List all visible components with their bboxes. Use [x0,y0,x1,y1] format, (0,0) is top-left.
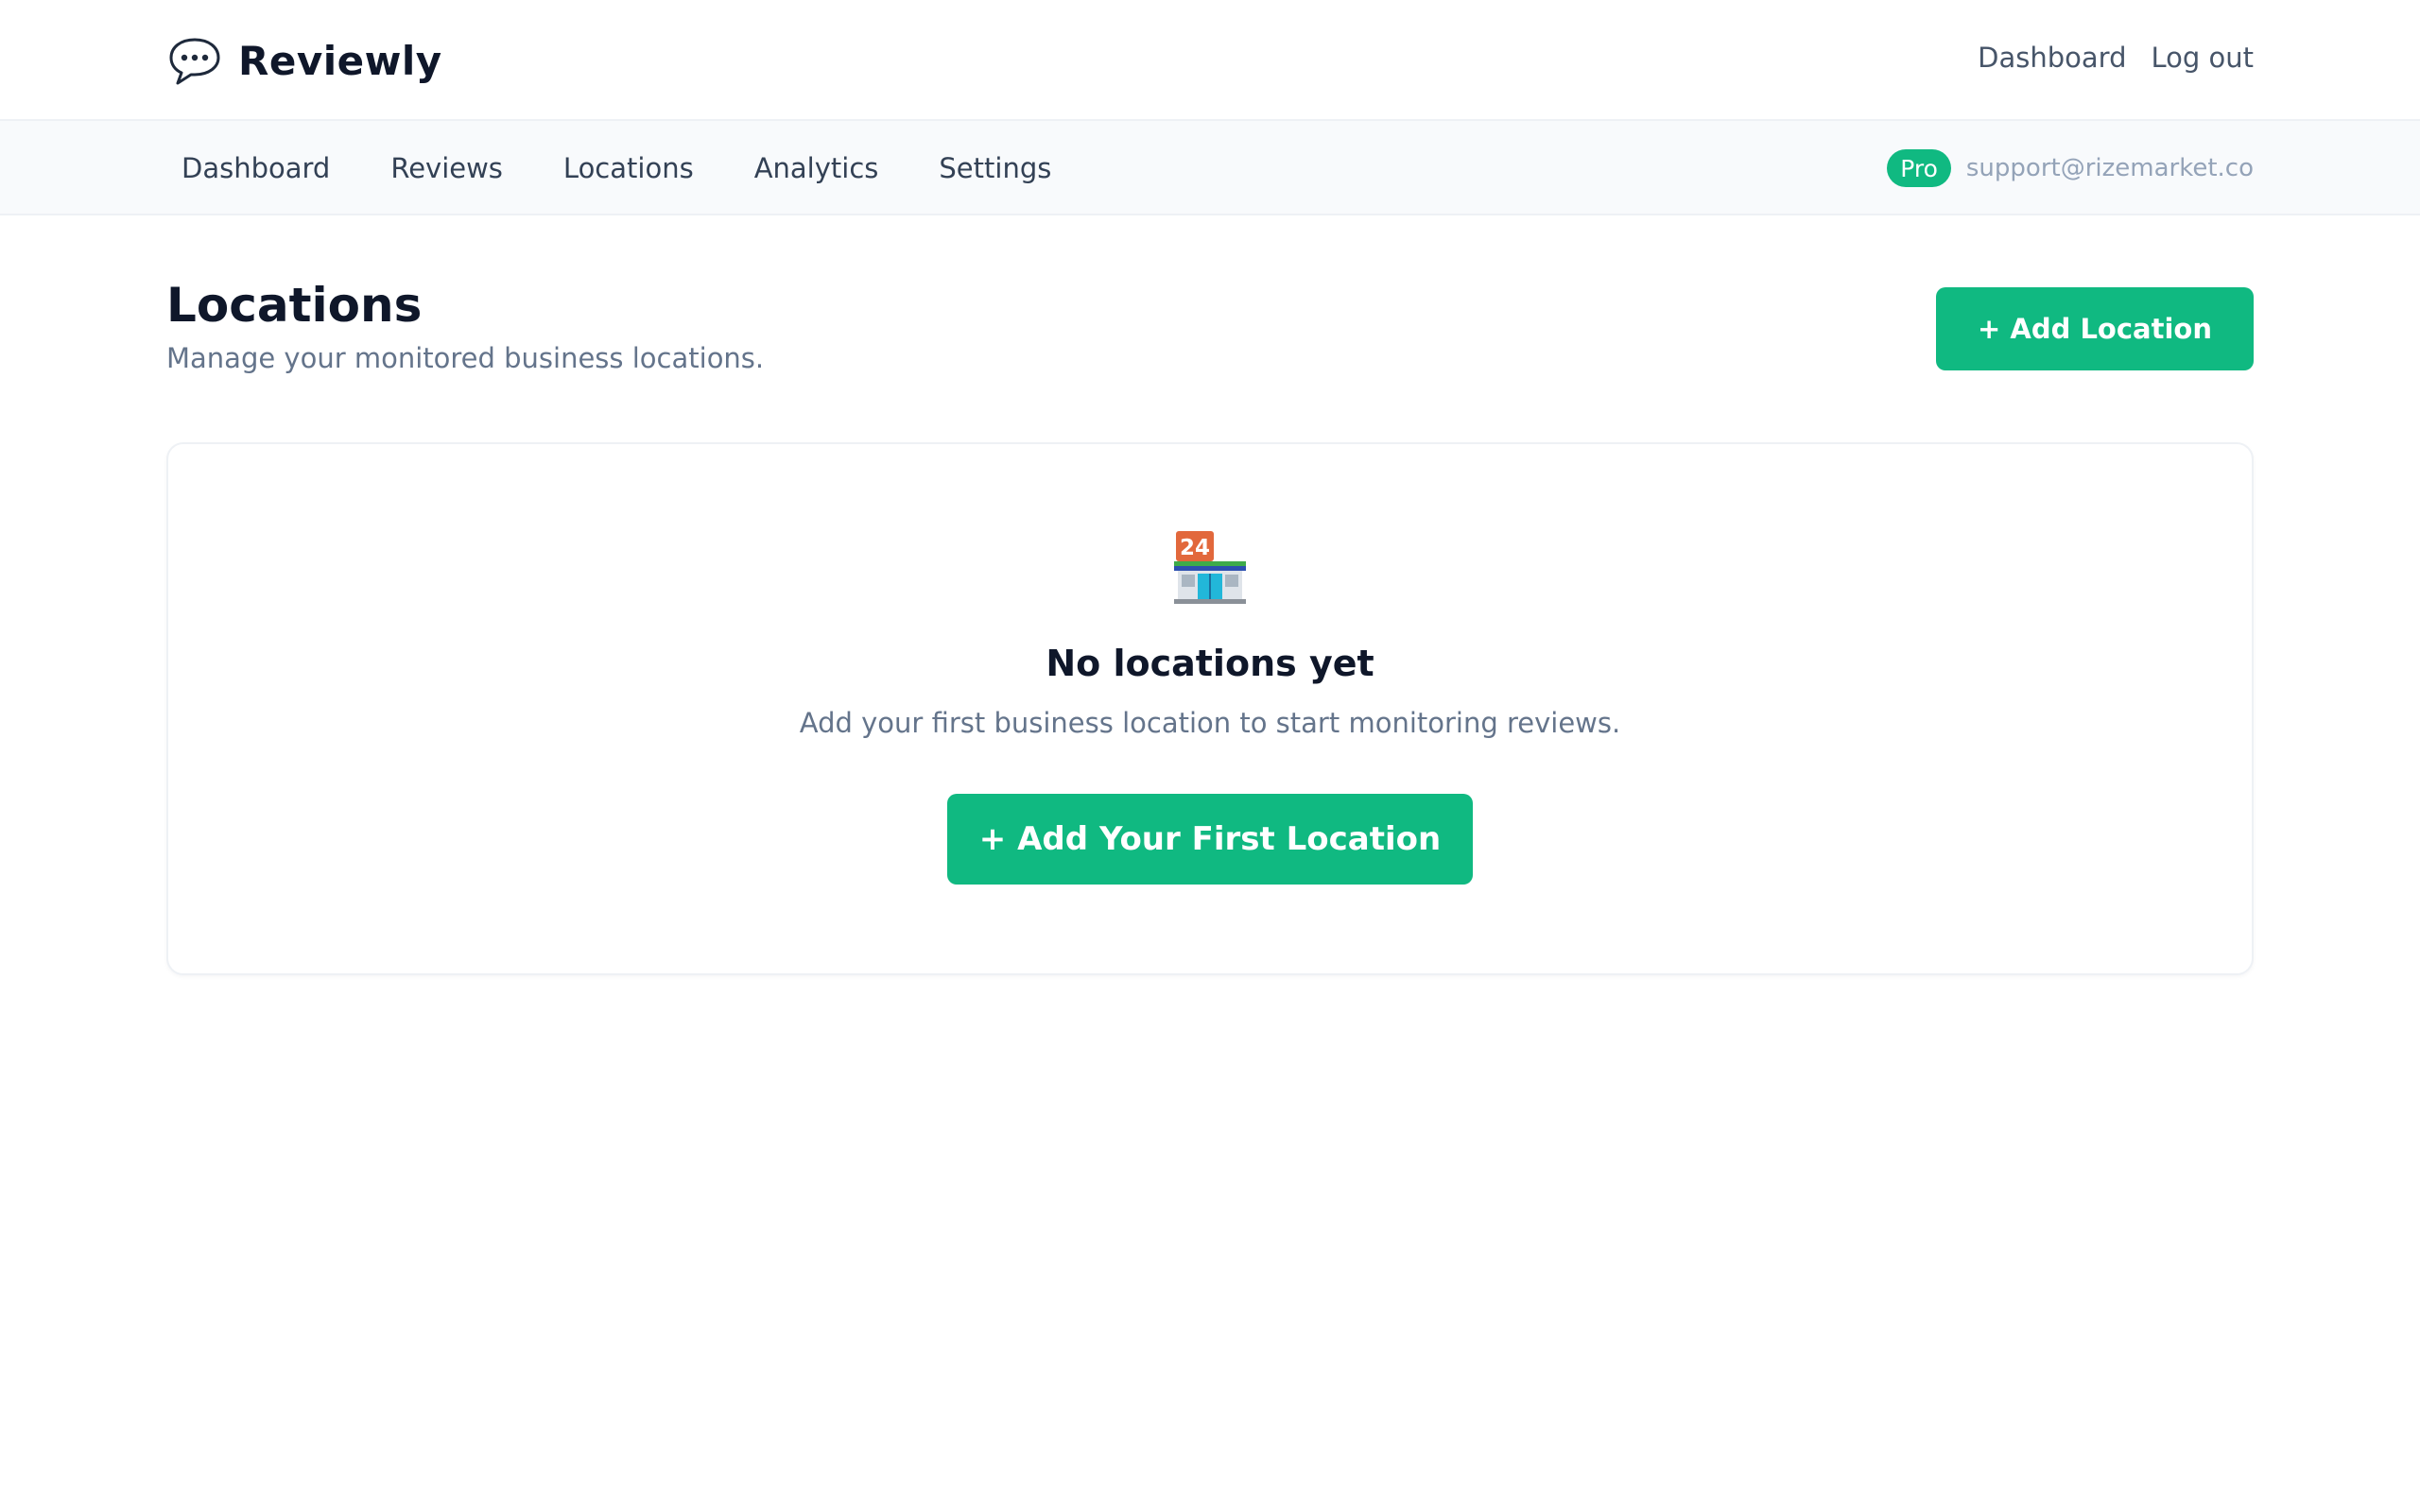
svg-text:24: 24 [1180,536,1210,560]
top-link-dashboard[interactable]: Dashboard [1978,42,2126,74]
convenience-store-icon: 24 [1174,531,1246,604]
top-header: Reviewly Dashboard Log out [0,0,2420,121]
brand[interactable]: Reviewly [166,32,442,89]
page-subtitle: Manage your monitored business locations… [166,342,765,374]
sub-navigation: Dashboard Reviews Locations Analytics Se… [0,121,2420,215]
brand-name: Reviewly [238,37,442,84]
subnav-links: Dashboard Reviews Locations Analytics Se… [166,121,1097,215]
empty-state-card: 24 No locations yet Add your first busin… [166,442,2254,975]
top-nav: Dashboard Log out [1978,42,2254,74]
nav-item-locations[interactable]: Locations [548,152,709,184]
account-info: Pro support@rizemarket.co [1887,121,2254,215]
nav-item-analytics[interactable]: Analytics [739,152,894,184]
add-first-location-button[interactable]: + Add Your First Location [947,794,1473,885]
account-email: support@rizemarket.co [1965,154,2254,182]
logout-link[interactable]: Log out [2151,42,2254,74]
nav-item-dashboard[interactable]: Dashboard [166,152,345,184]
empty-state-title: No locations yet [1046,643,1374,684]
page-title: Locations [166,278,423,333]
nav-item-settings[interactable]: Settings [924,152,1066,184]
speech-bubble-icon [169,38,220,85]
nav-item-reviews[interactable]: Reviews [375,152,518,184]
add-location-button[interactable]: + Add Location [1936,287,2254,370]
plan-badge: Pro [1887,149,1951,187]
empty-state-description: Add your first business location to star… [799,707,1621,739]
